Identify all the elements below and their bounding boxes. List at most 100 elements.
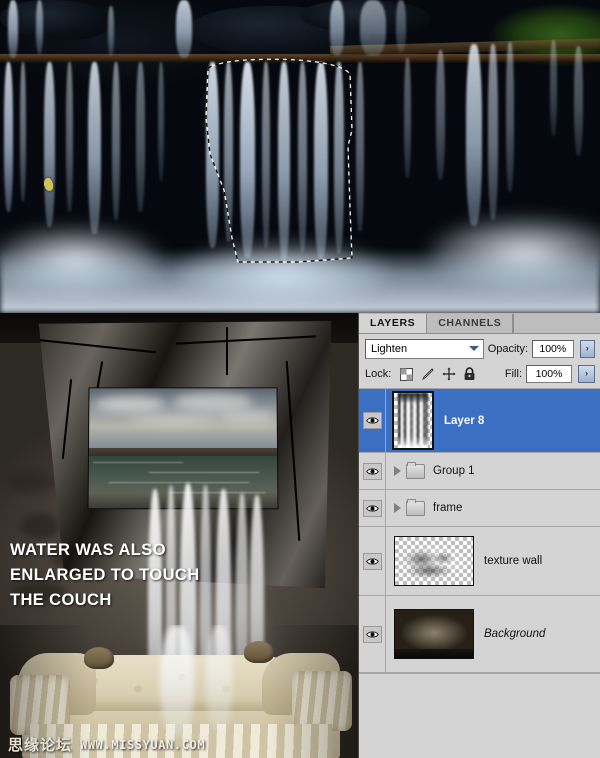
water-streak [112, 62, 120, 220]
lock-position-icon[interactable] [441, 367, 456, 382]
layer-row-background[interactable]: Background [359, 596, 600, 673]
watermark-url: WWW.MISSYUAN.COM [80, 738, 205, 752]
visibility-cell [359, 596, 386, 672]
water-streak [574, 46, 583, 156]
framed-seascape-photo [88, 387, 279, 509]
cloud [219, 410, 275, 424]
water-streak [66, 62, 73, 212]
water-streak [356, 62, 364, 232]
frame-crack [286, 361, 301, 541]
chevron-down-icon [469, 346, 479, 351]
opacity-input[interactable]: 100% [532, 340, 574, 358]
water-streak [436, 50, 445, 180]
watermark-site-name: 思缘论坛 [8, 734, 72, 755]
fill-input[interactable]: 100% [526, 365, 572, 383]
water-streak [360, 0, 386, 56]
water-streak [466, 44, 482, 226]
layer-thumbnail[interactable] [394, 536, 474, 586]
cloud [173, 392, 253, 412]
water-streak [314, 62, 328, 260]
tab-channels[interactable]: CHANNELS [427, 314, 513, 333]
opacity-label: Opacity: [488, 343, 528, 355]
water-streak [20, 62, 26, 202]
eye-icon[interactable] [363, 626, 382, 643]
thumbnail-art-floor [395, 649, 473, 658]
visibility-cell [359, 453, 386, 489]
water-streak [44, 62, 55, 227]
eye-icon[interactable] [363, 500, 382, 517]
layer-name: Layer 8 [444, 415, 484, 427]
layer-name: texture wall [484, 555, 542, 567]
caption-line-3: THE COUCH [10, 588, 220, 613]
water-streak [506, 42, 514, 192]
blend-mode-row: Lighten Opacity: 100% › [359, 334, 600, 363]
water-streak [550, 40, 557, 136]
water-streak [262, 62, 270, 248]
tab-layers[interactable]: LAYERS [359, 314, 427, 333]
screenshot-root: WATER WAS ALSO ENLARGED TO TOUCH THE COU… [0, 0, 600, 758]
fill-label: Fill: [505, 368, 522, 380]
folder-icon [406, 501, 425, 516]
layer-thumbnail[interactable] [392, 391, 434, 450]
eye-icon[interactable] [363, 463, 382, 480]
water-pool [0, 249, 600, 313]
water-streak [224, 62, 233, 242]
eye-icon[interactable] [363, 553, 382, 570]
layer-thumbnail[interactable] [394, 609, 474, 659]
thumbnail-art-texture [395, 537, 473, 585]
wall-stain [20, 513, 60, 539]
water-streak [36, 0, 43, 54]
water-streak [176, 0, 192, 58]
caption-line-1: WATER WAS ALSO [10, 538, 220, 563]
water-streak [404, 58, 411, 178]
water-ripple [149, 472, 259, 473]
layer-name: frame [433, 502, 462, 514]
frame-crack [226, 327, 228, 375]
frame-crack [62, 379, 72, 459]
water-streak [240, 62, 255, 258]
disclosure-triangle-icon[interactable] [394, 466, 401, 476]
disclosure-triangle-icon[interactable] [394, 503, 401, 513]
visibility-cell [359, 490, 386, 526]
waterfall-source-photo [0, 0, 600, 313]
lock-label: Lock: [365, 368, 391, 380]
water-streak [278, 62, 290, 260]
water-streak [136, 62, 145, 212]
lock-image-pixels-icon[interactable] [420, 367, 435, 382]
water-streak [488, 44, 498, 220]
visibility-cell [359, 527, 386, 595]
cloud [95, 396, 165, 412]
caption-line-2: ENLARGED TO TOUCH [10, 563, 220, 588]
frame-crack [176, 335, 316, 344]
opacity-stepper-button[interactable]: › [580, 340, 595, 358]
lock-all-icon[interactable] [462, 367, 477, 382]
water-streak [108, 6, 114, 56]
layer-row-group-1[interactable]: Group 1 [359, 453, 600, 490]
water-streak [334, 62, 344, 254]
water-streak [8, 0, 18, 58]
eye-icon[interactable] [363, 412, 382, 429]
wall-stain [8, 471, 54, 493]
frame-crack [36, 339, 156, 354]
tab-bar-filler [513, 314, 600, 333]
composite-artwork-preview: WATER WAS ALSO ENLARGED TO TOUCH THE COU… [0, 313, 358, 758]
layers-panel: LAYERS CHANNELS Lighten Opacity: 100% › … [358, 313, 600, 758]
layer-row-frame[interactable]: frame [359, 490, 600, 527]
layer-row-layer-8[interactable]: Layer 8 [359, 389, 600, 453]
fill-group: Fill: 100% › [505, 365, 595, 383]
layer-list-empty-area [359, 673, 600, 742]
cloud [129, 414, 219, 426]
panel-tab-bar: LAYERS CHANNELS [359, 313, 600, 334]
layer-name: Background [484, 628, 545, 640]
lock-transparent-pixels-icon[interactable] [399, 367, 414, 382]
layer-row-texture-wall[interactable]: texture wall [359, 527, 600, 596]
water-streak [206, 62, 219, 248]
lock-row: Lock: [359, 363, 600, 389]
visibility-cell [359, 389, 386, 452]
fill-stepper-button[interactable]: › [578, 365, 595, 383]
thumbnail-art-bottom-fade [398, 436, 428, 448]
water-ripple [109, 482, 249, 483]
blend-mode-dropdown[interactable]: Lighten [365, 339, 484, 359]
folder-icon [406, 464, 425, 479]
layer-list: Layer 8 Group 1 [359, 389, 600, 742]
